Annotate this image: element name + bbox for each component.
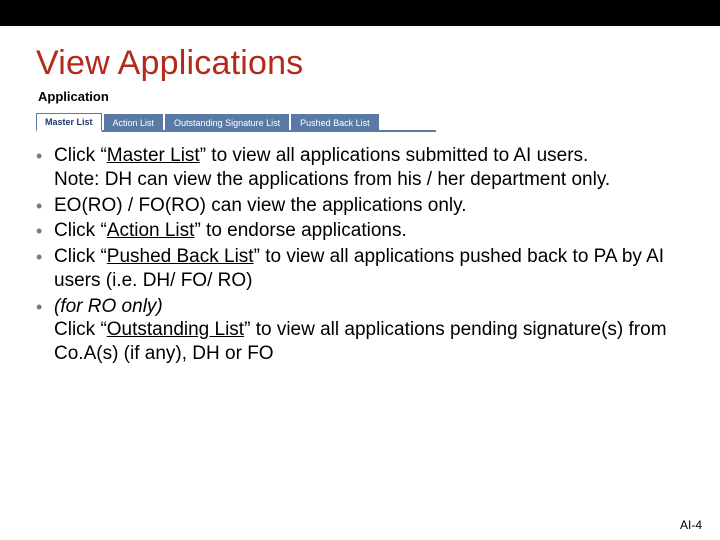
list-item: EO(RO) / FO(RO) can view the application… [36,194,684,218]
text: Click “ [54,319,107,340]
underlined-term: Pushed Back List [107,246,254,267]
underlined-term: Master List [107,145,200,166]
top-bar [0,0,720,26]
text: ” to endorse applications. [194,220,406,241]
text: Click “ [54,220,107,241]
underlined-term: Outstanding List [107,319,244,340]
page-title: View Applications [36,44,684,83]
tab-outstanding-signature-list[interactable]: Outstanding Signature List [165,114,289,131]
list-item: Click “Action List” to endorse applicati… [36,219,684,243]
slide-body: View Applications Application Master Lis… [0,26,720,366]
slide-number: AI-4 [680,518,702,532]
application-header: Application [38,89,684,104]
text: Click “ [54,246,107,267]
tab-row: Master List Action List Outstanding Sign… [36,108,436,132]
tab-master-list[interactable]: Master List [36,113,102,132]
bullet-list: Click “Master List” to view all applicat… [36,144,684,366]
list-item: (for RO only) Click “Outstanding List” t… [36,295,684,366]
list-item: Click “Pushed Back List” to view all app… [36,245,684,293]
text: Click “ [54,145,107,166]
list-item: Click “Master List” to view all applicat… [36,144,684,192]
text: EO(RO) / FO(RO) can view the application… [54,195,467,216]
emphasis: (for RO only) [54,296,163,317]
tab-action-list[interactable]: Action List [104,114,164,131]
underlined-term: Action List [107,220,195,241]
tab-pushed-back-list[interactable]: Pushed Back List [291,114,379,131]
